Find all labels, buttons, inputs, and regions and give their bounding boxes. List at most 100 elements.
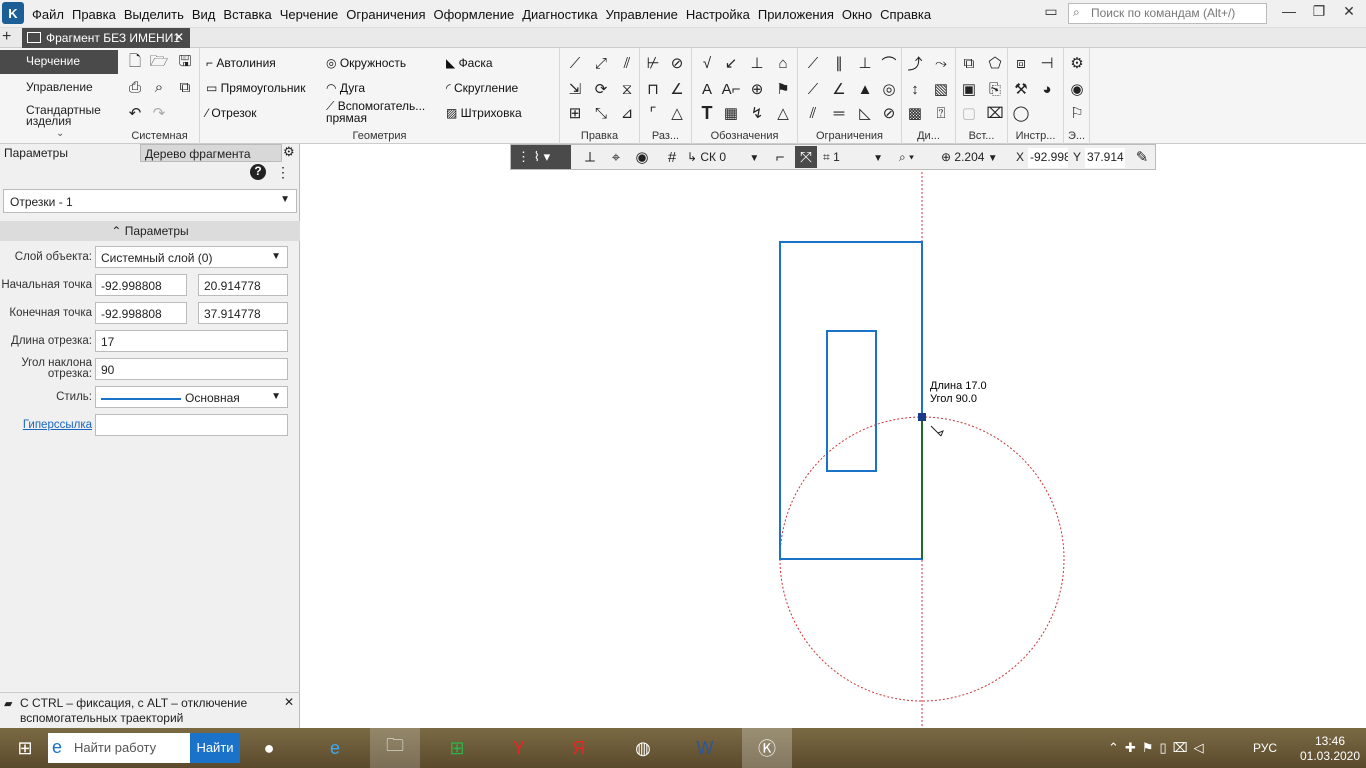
save-icon[interactable]: 🖫 [174, 52, 196, 74]
drawing-canvas[interactable]: Длина 17.0 Угол 90.0 [301, 144, 1366, 728]
new-file-icon[interactable]: 🗋 [124, 52, 146, 74]
chrome-icon[interactable]: ◍ [618, 728, 668, 768]
rotate-icon[interactable]: ⟳ [590, 78, 612, 100]
yandex-icon[interactable]: Я [554, 728, 604, 768]
copy-icon[interactable]: ⧉ [174, 76, 196, 98]
tool-hatch[interactable]: ▨ Штриховка [446, 106, 522, 120]
menu-item-10[interactable]: Настройка [686, 7, 758, 22]
distance-icon[interactable]: ↕ [904, 78, 926, 100]
horizontal-constraint-icon[interactable]: ⟋ [802, 52, 824, 74]
start-x-field[interactable]: -92.998808 [95, 274, 187, 296]
panel-settings-icon[interactable]: ⚙ [283, 144, 299, 162]
chain-dimension-icon[interactable]: △ [666, 102, 688, 124]
insert-image-icon[interactable]: ▣ [958, 78, 980, 100]
explorer-icon[interactable]: 🗀 [370, 728, 420, 768]
leader-icon[interactable]: ↙ [720, 52, 742, 74]
menu-item-7[interactable]: Оформление [434, 7, 523, 22]
base-icon[interactable]: ⊥ [746, 52, 768, 74]
snap-view-icon[interactable]: ◉ [631, 146, 653, 168]
insert-view-icon[interactable]: ⧉ [958, 52, 980, 74]
radial-dimension-icon[interactable]: ⊓ [642, 78, 664, 100]
insert-fragment-icon[interactable]: ⎘ [984, 78, 1006, 100]
coincide-icon[interactable]: ◺ [854, 102, 876, 124]
zoom-value[interactable]: ⊕ 2.204 ▼ [941, 150, 998, 164]
menu-item-4[interactable]: Вставка [223, 7, 279, 22]
restore-icon[interactable]: ❐ [1308, 3, 1330, 23]
menu-item-9[interactable]: Управление [606, 7, 686, 22]
tool-circle[interactable]: ◎ Окружность [326, 56, 406, 70]
tool-rectangle[interactable]: ▭ Прямоугольник [206, 81, 305, 95]
menu-item-6[interactable]: Ограничения [346, 7, 433, 22]
tool-fillet[interactable]: ◜ Скругление [446, 81, 518, 95]
angle-constraint-icon[interactable]: ∠ [828, 78, 850, 100]
print-icon[interactable]: ⎙ [124, 76, 146, 98]
minimize-icon[interactable]: — [1278, 3, 1300, 23]
hyperlink-label[interactable]: Гиперссылка [0, 419, 92, 431]
tool-aux-line[interactable]: ⟋ Вспомогатель... прямая [326, 100, 436, 124]
word-icon[interactable]: W [680, 728, 730, 768]
perpendicular-icon[interactable]: ⊥ [854, 52, 876, 74]
tab-parameters[interactable]: Параметры [0, 144, 140, 162]
tool-chamfer[interactable]: ◣ Фаска [446, 56, 493, 70]
roughness-icon[interactable]: √ [696, 52, 718, 74]
hyperlink-field[interactable] [95, 414, 288, 436]
tool-macro-icon[interactable]: ◕ [1036, 78, 1058, 100]
tab-fragment[interactable]: Фрагмент БЕЗ ИМЕНИ1 ✕ [22, 28, 190, 48]
tool-copy-icon[interactable]: ⧈ [1010, 52, 1032, 74]
text-icon[interactable]: T [696, 102, 718, 124]
eyedropper-icon[interactable]: ✎ [1131, 146, 1153, 168]
x-field[interactable]: -92.998 [1028, 148, 1068, 168]
taskbar-search-input[interactable]: Найти работу [48, 733, 190, 763]
text-leader-icon[interactable]: A⌐ [720, 78, 742, 100]
tool-line-icon[interactable]: ⊣ [1036, 52, 1058, 74]
menu-item-13[interactable]: Справка [880, 7, 939, 22]
arrow-icon[interactable]: ↯ [746, 102, 768, 124]
fix-point-icon[interactable]: ▲ [854, 78, 876, 100]
measure-icon[interactable]: ⤳ [930, 52, 952, 74]
zoom-select[interactable]: ⌕ ▾ [899, 150, 914, 165]
extra-view-icon[interactable]: ◉ [1066, 78, 1088, 100]
start-y-field[interactable]: 20.914778 [198, 274, 288, 296]
auto-dimension-icon[interactable]: ⌜ [642, 102, 664, 124]
section-header-parameters[interactable]: ⌃ Параметры [0, 221, 300, 241]
mirror-icon[interactable]: ⧖ [616, 78, 638, 100]
stamp-icon[interactable]: ⌂ [772, 52, 794, 74]
mass-icon[interactable]: ▩ [904, 102, 926, 124]
help-icon[interactable]: ? [250, 164, 266, 180]
tool-segment[interactable]: ⁄ Отрезок [206, 106, 257, 120]
expand-icon[interactable]: ⌄ [56, 128, 64, 139]
trim-icon[interactable]: ⟋ [564, 52, 586, 74]
tool-autoline[interactable]: ⌐ Автолиния [206, 56, 276, 70]
tray-icons[interactable]: ⌃✚⚑▯⌧◁ [1108, 740, 1210, 756]
taskbar-search-button[interactable]: Найти [190, 733, 240, 763]
alice-icon[interactable]: ● [244, 728, 294, 768]
insert-link-icon[interactable]: ⌧ [984, 102, 1006, 124]
menu-item-3[interactable]: Вид [192, 7, 224, 22]
snap-settings-icon[interactable]: ⌖ [605, 146, 627, 168]
kompas-taskbar-icon[interactable]: Ⓚ [742, 728, 792, 768]
end-x-field[interactable]: -92.998808 [95, 302, 187, 324]
flag-icon[interactable]: ⚑ [772, 78, 794, 100]
concentric-icon[interactable]: ◎ [878, 78, 900, 100]
close-icon[interactable]: ✕ [1338, 3, 1360, 23]
move-icon[interactable]: ⇲ [564, 78, 586, 100]
layer-select-toolbar[interactable]: ⌗ 1 ▼ [823, 150, 883, 165]
menu-item-2[interactable]: Выделить [124, 7, 192, 22]
style-select[interactable]: Основная ▼ [95, 386, 288, 408]
extra-misc-icon[interactable]: ⚐ [1066, 102, 1088, 124]
table-icon[interactable]: ▦ [720, 102, 742, 124]
menu-item-12[interactable]: Окно [842, 7, 880, 22]
tool-arc[interactable]: ◠ Дуга [326, 81, 365, 95]
tangent-icon[interactable]: ⌒ [878, 52, 900, 74]
area-icon[interactable]: ▧ [930, 78, 952, 100]
layout-icon[interactable]: ▭ [1040, 3, 1062, 23]
extra-settings-icon[interactable]: ⚙ [1066, 52, 1088, 74]
tolerance-icon[interactable]: ⊕ [746, 78, 768, 100]
command-search-input[interactable]: Поиск по командам (Alt+/) [1068, 3, 1267, 24]
insert-part-icon[interactable]: ⬠ [984, 52, 1006, 74]
command-manage[interactable]: Управление [0, 76, 120, 100]
insert-object-icon[interactable]: ▢ [958, 102, 980, 124]
angle-field[interactable]: 90 [95, 358, 288, 380]
tree-icon[interactable]: ⋮ [276, 164, 290, 181]
grid-icon[interactable]: # [661, 146, 683, 168]
